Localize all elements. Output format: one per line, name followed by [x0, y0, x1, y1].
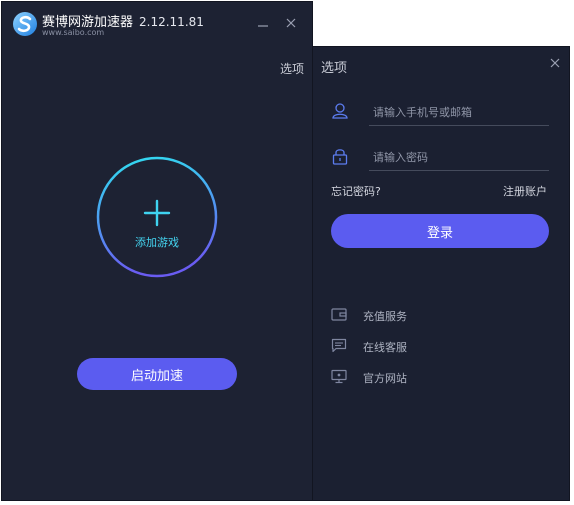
- app-version: 2.12.11.81: [139, 15, 204, 29]
- main-window: 赛博网游加速器 2.12.11.81 www.saibo.com 选项 添加游戏…: [1, 1, 313, 501]
- menu-item-label: 充值服务: [363, 310, 407, 323]
- app-logo-icon: [13, 12, 37, 36]
- title-bar[interactable]: 赛博网游加速器 2.12.11.81 www.saibo.com: [2, 2, 312, 42]
- login-button[interactable]: 登录: [331, 214, 549, 248]
- add-game-ring: [96, 156, 218, 278]
- monitor-icon: [331, 369, 347, 384]
- menu-item-support[interactable]: 在线客服: [331, 336, 531, 356]
- close-icon[interactable]: [284, 16, 298, 30]
- user-icon: [332, 103, 348, 119]
- options-window: 选项 忘记密码? 注册账户 登录 充值服务 在线客服: [312, 46, 570, 501]
- app-url: www.saibo.com: [42, 28, 105, 37]
- menu-item-recharge[interactable]: 充值服务: [331, 305, 531, 325]
- phone-email-input[interactable]: [369, 99, 549, 125]
- close-icon[interactable]: [549, 57, 561, 69]
- menu-item-label: 官方网站: [363, 372, 407, 385]
- add-game-label: 添加游戏: [135, 236, 179, 249]
- forgot-password-link[interactable]: 忘记密码?: [331, 183, 381, 199]
- options-link[interactable]: 选项: [280, 60, 304, 77]
- lock-icon: [332, 149, 348, 165]
- menu-item-label: 在线客服: [363, 341, 407, 354]
- plus-icon: [143, 199, 171, 227]
- options-title: 选项: [321, 61, 348, 76]
- menu-item-website[interactable]: 官方网站: [331, 367, 531, 387]
- wallet-icon: [331, 308, 347, 321]
- password-input[interactable]: [369, 144, 549, 170]
- password-field[interactable]: [369, 144, 549, 171]
- add-game-button[interactable]: 添加游戏: [96, 156, 218, 278]
- chat-icon: [331, 338, 347, 353]
- register-account-link[interactable]: 注册账户: [503, 183, 547, 199]
- start-acceleration-button[interactable]: 启动加速: [77, 358, 237, 390]
- minimize-icon[interactable]: [256, 16, 270, 30]
- phone-email-field[interactable]: [369, 99, 549, 126]
